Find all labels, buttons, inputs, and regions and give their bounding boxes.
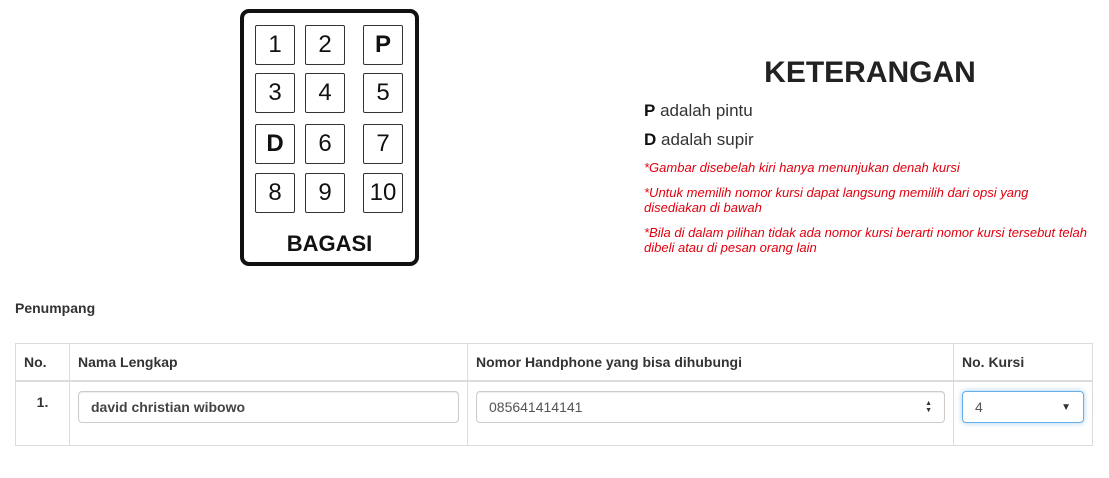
seat-select-value: 4 — [975, 399, 983, 415]
legend-text: adalah supir — [661, 130, 754, 149]
note-seat-unavailable: *Bila di dalam pilihan tidak ada nomor k… — [644, 225, 1087, 255]
note-choose-seat: *Untuk memilih nomor kursi dapat langsun… — [644, 185, 1029, 215]
table-row: 1. david christian wibowo 085641414141 ▲… — [15, 380, 1093, 446]
column-header-phone: Nomor Handphone yang bisa dihubungi — [467, 343, 954, 382]
seat-cell: 7 — [363, 124, 403, 164]
seat-cell: 2 — [305, 25, 345, 65]
seat-driver: D — [255, 124, 295, 164]
table-header-row: No. Nama Lengkap Nomor Handphone yang bi… — [15, 343, 1093, 382]
penumpang-label: Penumpang — [15, 300, 96, 316]
baggage-label: BAGASI — [286, 231, 373, 256]
phone-input[interactable]: 085641414141 ▲ ▼ — [476, 391, 945, 423]
seat-cell: 5 — [363, 73, 403, 113]
legend-text: adalah pintu — [660, 101, 753, 120]
number-spinner-icon[interactable]: ▲ ▼ — [925, 400, 932, 414]
seat-cell: 4 — [305, 73, 345, 113]
phone-input-value: 085641414141 — [489, 399, 583, 415]
seat-cell-column: 4 ▼ — [953, 380, 1093, 446]
seat-door: P — [363, 25, 403, 65]
name-input-value: david christian wibowo — [91, 399, 246, 415]
seat-cell: 9 — [305, 173, 345, 213]
note-seat-map: *Gambar disebelah kiri hanya menunjukan … — [644, 160, 960, 175]
phone-cell: 085641414141 ▲ ▼ — [467, 380, 954, 446]
legend-key: D — [644, 130, 657, 149]
name-cell: david christian wibowo — [69, 380, 468, 446]
seat-cell: 10 — [363, 173, 403, 213]
name-input[interactable]: david christian wibowo — [78, 391, 459, 423]
seat-cell: 6 — [305, 124, 345, 164]
seat-map: 1 2 P 3 4 5 D 6 7 8 9 10 BAGASI — [240, 9, 419, 266]
legend-driver: D adalah supir — [644, 130, 754, 150]
seat-select[interactable]: 4 ▼ — [962, 391, 1084, 423]
keterangan-title: KETERANGAN — [764, 56, 976, 89]
chevron-down-icon: ▼ — [1061, 401, 1071, 413]
column-header-name: Nama Lengkap — [69, 343, 468, 382]
seat-cell: 3 — [255, 73, 295, 113]
seat-cell: 1 — [255, 25, 295, 65]
column-header-no: No. — [15, 343, 70, 382]
passenger-table: No. Nama Lengkap Nomor Handphone yang bi… — [15, 343, 1093, 446]
column-header-seat: No. Kursi — [953, 343, 1093, 382]
legend-key: P — [644, 101, 656, 120]
row-number: 1. — [15, 380, 70, 446]
seat-cell: 8 — [255, 173, 295, 213]
legend-door: P adalah pintu — [644, 101, 753, 121]
